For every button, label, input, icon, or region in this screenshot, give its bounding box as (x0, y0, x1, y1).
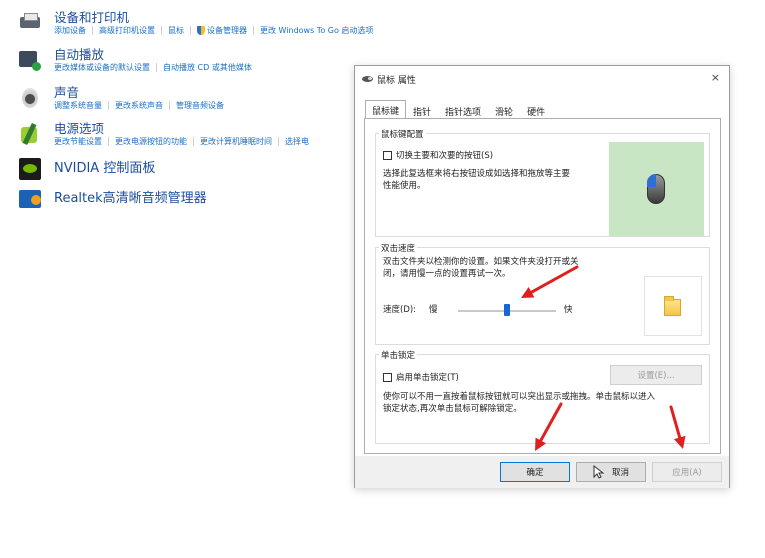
link-power-button[interactable]: 更改电源按钮的功能 (115, 136, 187, 147)
speed-slow-label: 慢 (429, 305, 438, 315)
cp-links-sound: 调整系统音量 更改系统声音 管理音频设备 (54, 100, 224, 111)
click-lock-desc-2: 锁定状态,再次单击鼠标可解除锁定。 (383, 404, 522, 414)
cp-item-nvidia[interactable]: NVIDIA 控制面板 (17, 156, 155, 182)
cp-links-power: 更改节能设置 更改电源按钮的功能 更改计算机睡眠时间 选择电 (54, 136, 309, 147)
double-click-desc-1: 双击文件夹以检测你的设置。如果文件夹没打开或关 (383, 257, 579, 267)
apply-button[interactable]: 应用(A) (652, 462, 722, 482)
mouse-preview (609, 142, 704, 236)
link-change-media-defaults[interactable]: 更改媒体或设备的默认设置 (54, 62, 150, 73)
link-power-saving[interactable]: 更改节能设置 (54, 136, 102, 147)
checkbox-box[interactable] (383, 372, 392, 382)
group-double-click: 双击速度 双击文件夹以检测你的设置。如果文件夹没打开或关 闭，请用慢一点的设置再… (375, 242, 710, 345)
link-sleep-time[interactable]: 更改计算机睡眠时间 (200, 136, 272, 147)
dialog-title: 鼠标 属性 (377, 75, 416, 86)
cp-links-devices-printers: 添加设备 高级打印机设置 鼠标 设备管理器 更改 Windows To Go 启… (54, 25, 373, 36)
uac-shield-icon (197, 26, 205, 35)
button-config-desc-1: 选择此复选框来将右按钮设成如选择和拖放等主要 (383, 169, 571, 179)
realtek-icon (17, 186, 43, 212)
cp-links-autoplay: 更改媒体或设备的默认设置 自动播放 CD 或其他媒体 (54, 62, 252, 73)
link-separator (108, 137, 109, 146)
cursor-icon (593, 465, 604, 479)
switch-buttons-label[interactable]: 切换主要和次要的按钮(S) (396, 149, 493, 161)
group-label-button-config: 鼠标键配置 (379, 128, 426, 140)
group-click-lock: 单击锁定 启用单击锁定(T) 设置(E)... 使你可以不用一直按着鼠标按钮就可… (375, 349, 710, 444)
speed-slider-thumb[interactable] (504, 304, 510, 316)
folder-icon[interactable] (664, 296, 681, 316)
button-config-desc-2: 性能使用。 (383, 181, 426, 191)
link-change-sounds[interactable]: 更改系统声音 (115, 100, 163, 111)
printer-icon (17, 10, 43, 36)
dialog-button-bar: 确定 取消 应用(A) (355, 456, 729, 488)
autoplay-icon (17, 47, 43, 73)
cancel-label[interactable]: 取消 (612, 466, 629, 478)
cp-item-sound[interactable]: 声音 调整系统音量 更改系统声音 管理音频设备 (17, 85, 224, 111)
tab-panel-buttons: 鼠标键配置 切换主要和次要的按钮(S) 选择此复选框来将右按钮设成如选择和拖放等… (364, 118, 721, 454)
click-lock-desc-1: 使你可以不用一直按着鼠标按钮就可以突出显示或拖拽。单击鼠标以进入 (383, 392, 656, 402)
link-autoplay-cd[interactable]: 自动播放 CD 或其他媒体 (163, 62, 252, 73)
cp-item-devices-printers[interactable]: 设备和打印机 添加设备 高级打印机设置 鼠标 设备管理器 更改 Windows … (17, 10, 373, 36)
link-separator (193, 137, 194, 146)
checkbox-box[interactable] (383, 150, 392, 160)
link-device-manager[interactable]: 设备管理器 (207, 25, 247, 36)
link-choose-power[interactable]: 选择电 (285, 136, 309, 147)
double-click-desc-2: 闭，请用慢一点的设置再试一次。 (383, 269, 511, 279)
link-separator (92, 26, 93, 35)
test-folder-area[interactable] (644, 276, 702, 336)
cp-title-sound[interactable]: 声音 (54, 85, 224, 100)
cp-title-nvidia[interactable]: NVIDIA 控制面板 (54, 156, 155, 182)
group-button-config: 鼠标键配置 切换主要和次要的按钮(S) 选择此复选框来将右按钮设成如选择和拖放等… (375, 128, 710, 237)
click-lock-label[interactable]: 启用单击锁定(T) (396, 371, 459, 383)
link-separator (161, 26, 162, 35)
ok-button[interactable]: 确定 (500, 462, 570, 482)
cp-item-realtek[interactable]: Realtek高清晰音频管理器 (17, 186, 207, 212)
cp-title-devices-printers[interactable]: 设备和打印机 (54, 10, 373, 25)
link-separator (108, 101, 109, 110)
speed-fast-label: 快 (564, 305, 573, 315)
cancel-button[interactable]: 取消 (576, 462, 646, 482)
group-label-click-lock: 单击锁定 (379, 349, 418, 361)
link-separator (190, 26, 191, 35)
link-manage-audio[interactable]: 管理音频设备 (176, 100, 224, 111)
link-mouse[interactable]: 鼠标 (168, 25, 184, 36)
mouse-icon (362, 76, 373, 82)
speaker-icon (17, 85, 43, 111)
speed-label: 速度(D): (383, 305, 417, 315)
dialog-titlebar[interactable]: 鼠标 属性 (355, 66, 729, 92)
power-icon (17, 121, 43, 147)
link-separator (169, 101, 170, 110)
mouse-primary-button (647, 174, 656, 187)
link-add-device[interactable]: 添加设备 (54, 25, 86, 36)
cp-item-power[interactable]: 电源选项 更改节能设置 更改电源按钮的功能 更改计算机睡眠时间 选择电 (17, 121, 309, 147)
cp-item-autoplay[interactable]: 自动播放 更改媒体或设备的默认设置 自动播放 CD 或其他媒体 (17, 47, 252, 73)
group-label-double-click: 双击速度 (379, 242, 418, 254)
link-separator (253, 26, 254, 35)
nvidia-icon (17, 156, 43, 182)
cp-title-power[interactable]: 电源选项 (54, 121, 309, 136)
cp-title-realtek[interactable]: Realtek高清晰音频管理器 (54, 186, 207, 212)
link-separator (278, 137, 279, 146)
link-separator (156, 63, 157, 72)
click-lock-settings-button[interactable]: 设置(E)... (610, 365, 702, 385)
link-adjust-volume[interactable]: 调整系统音量 (54, 100, 102, 111)
mouse-properties-dialog: 鼠标 属性 × 鼠标键 指针 指针选项 滑轮 硬件 鼠标键配置 切换主要和次要的… (354, 65, 730, 488)
close-icon[interactable]: × (711, 71, 720, 84)
click-lock-checkbox[interactable]: 启用单击锁定(T) (383, 371, 459, 383)
link-advanced-printer[interactable]: 高级打印机设置 (99, 25, 155, 36)
link-windows-to-go[interactable]: 更改 Windows To Go 启动选项 (260, 25, 373, 36)
switch-buttons-checkbox[interactable]: 切换主要和次要的按钮(S) (383, 149, 493, 161)
cp-title-autoplay[interactable]: 自动播放 (54, 47, 252, 62)
